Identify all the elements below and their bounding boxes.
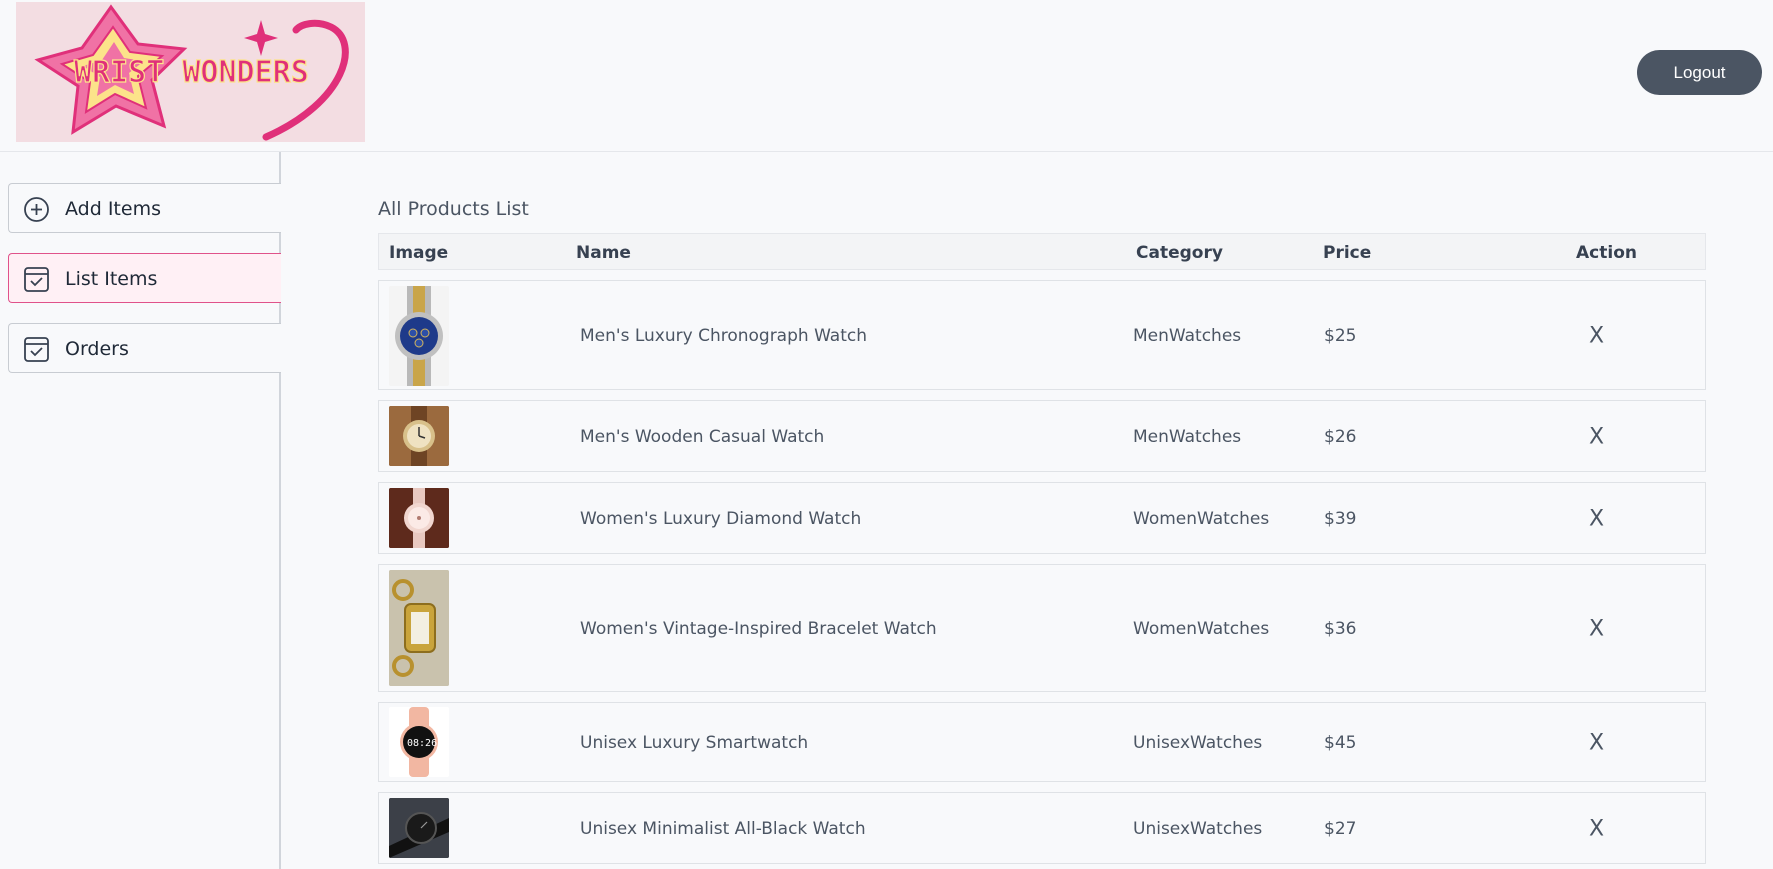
- product-name: Women's Luxury Diamond Watch: [580, 509, 862, 529]
- remove-product-button[interactable]: X: [1589, 617, 1604, 642]
- page-title: All Products List: [378, 198, 529, 220]
- remove-product-button[interactable]: X: [1589, 817, 1604, 842]
- sidebar-item-label: List Items: [65, 268, 158, 290]
- checklist-icon: [24, 337, 49, 362]
- product-image: [389, 488, 449, 548]
- product-price: $36: [1324, 619, 1357, 639]
- column-header-name: Name: [576, 243, 631, 263]
- remove-product-button[interactable]: X: [1589, 324, 1604, 349]
- logout-button[interactable]: Logout: [1637, 50, 1762, 95]
- table-row: Men's Luxury Chronograph Watch MenWatche…: [378, 280, 1706, 390]
- table-row: Men's Wooden Casual Watch MenWatches $26…: [378, 400, 1706, 472]
- product-price: $39: [1324, 509, 1357, 529]
- product-category: MenWatches: [1133, 326, 1242, 346]
- product-image: [389, 798, 449, 858]
- product-category: UnisexWatches: [1133, 819, 1263, 839]
- product-image: 08:26: [389, 707, 449, 777]
- product-name: Unisex Luxury Smartwatch: [580, 733, 809, 753]
- table-header: Image Name Category Price Action: [378, 233, 1706, 270]
- svg-text:08:26: 08:26: [407, 738, 437, 749]
- product-name: Women's Vintage-Inspired Bracelet Watch: [580, 619, 937, 639]
- product-name: Men's Luxury Chronograph Watch: [580, 326, 867, 346]
- remove-product-button[interactable]: X: [1589, 425, 1604, 450]
- sidebar-item-list-items[interactable]: List Items: [8, 253, 281, 303]
- product-image: [389, 286, 449, 386]
- sidebar-item-orders[interactable]: Orders: [8, 323, 281, 373]
- plus-circle-icon: [24, 197, 49, 222]
- column-header-category: Category: [1136, 243, 1223, 263]
- product-name: Unisex Minimalist All-Black Watch: [580, 819, 866, 839]
- logo-text: WRIST WONDERS: [74, 55, 309, 90]
- product-category: WomenWatches: [1133, 619, 1270, 639]
- product-price: $26: [1324, 427, 1357, 447]
- checklist-icon: [24, 267, 49, 292]
- sidebar-item-label: Orders: [65, 338, 129, 360]
- table-row: Unisex Minimalist All-Black Watch Unisex…: [378, 792, 1706, 864]
- column-header-image: Image: [389, 243, 449, 263]
- sidebar: Add Items List Items Orders: [0, 152, 281, 869]
- product-price: $27: [1324, 819, 1357, 839]
- table-row: 08:26 Unisex Luxury Smartwatch UnisexWat…: [378, 702, 1706, 782]
- column-header-action: Action: [1576, 243, 1637, 263]
- product-price: $25: [1324, 326, 1357, 346]
- product-category: UnisexWatches: [1133, 733, 1263, 753]
- remove-product-button[interactable]: X: [1589, 507, 1604, 532]
- product-category: WomenWatches: [1133, 509, 1270, 529]
- product-image: [389, 406, 449, 466]
- product-image: [389, 570, 449, 686]
- table-row: Women's Vintage-Inspired Bracelet Watch …: [378, 564, 1706, 692]
- product-name: Men's Wooden Casual Watch: [580, 427, 825, 447]
- top-header: WRIST WONDERS Logout: [0, 0, 1773, 152]
- remove-product-button[interactable]: X: [1589, 731, 1604, 756]
- product-price: $45: [1324, 733, 1357, 753]
- sidebar-item-add-items[interactable]: Add Items: [8, 183, 281, 233]
- product-category: MenWatches: [1133, 427, 1242, 447]
- sidebar-item-label: Add Items: [65, 198, 161, 220]
- column-header-price: Price: [1323, 243, 1372, 263]
- brand-logo: WRIST WONDERS: [16, 2, 365, 142]
- table-row: Women's Luxury Diamond Watch WomenWatche…: [378, 482, 1706, 554]
